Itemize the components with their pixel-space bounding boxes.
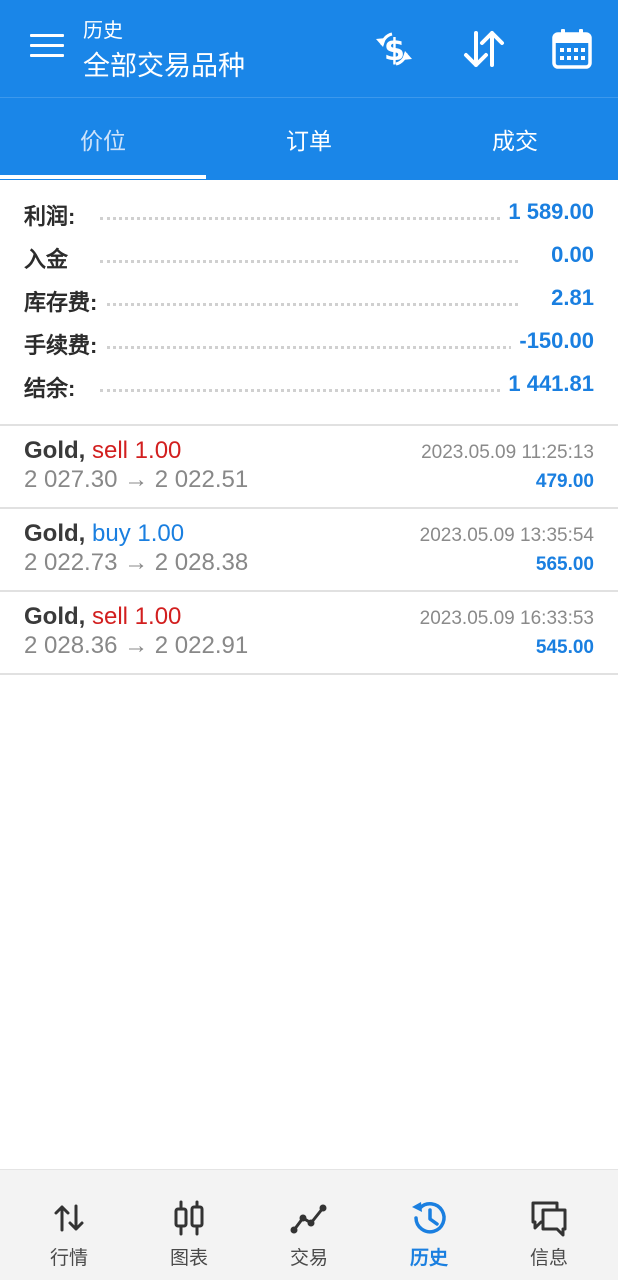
currency-exchange-icon[interactable]: $ — [370, 25, 418, 73]
nav-history[interactable]: 历史 — [369, 1170, 489, 1280]
deal-side: sell 1.00 — [92, 437, 182, 464]
quotes-icon — [49, 1198, 89, 1238]
page-title[interactable]: 全部交易品种 — [83, 49, 245, 83]
deal-side: sell 1.00 — [92, 603, 182, 630]
leader-dots — [100, 303, 518, 306]
summary-row-swap: 库存费: 2.81 — [0, 279, 618, 322]
deal-row[interactable]: Gold, sell 1.00 2 027.30 → 2 022.51 2023… — [0, 426, 618, 509]
deal-time: 2023.05.09 13:35:54 — [419, 525, 594, 546]
sort-icon[interactable] — [460, 25, 508, 73]
summary-value: 1 589.00 — [500, 199, 594, 225]
deal-prices: 2 028.36 → 2 022.91 — [24, 632, 249, 659]
summary-value: 1 441.81 — [500, 371, 594, 397]
nav-quotes[interactable]: 行情 — [9, 1170, 129, 1280]
summary-row-deposit: 入金 0.00 — [0, 236, 618, 279]
deal-row[interactable]: Gold, sell 1.00 2 028.36 → 2 022.91 2023… — [0, 592, 618, 675]
deal-time: 2023.05.09 11:25:13 — [421, 442, 594, 463]
deal-list: Gold, sell 1.00 2 027.30 → 2 022.51 2023… — [0, 426, 618, 675]
chart-icon — [169, 1198, 209, 1238]
history-icon — [409, 1198, 449, 1238]
trade-icon — [289, 1198, 329, 1238]
tab-price[interactable]: 价位 — [0, 98, 206, 180]
tab-deals[interactable]: 成交 — [412, 98, 618, 180]
summary-label: 结余: — [24, 371, 84, 403]
summary-label: 入金 — [24, 242, 77, 274]
deal-profit: 479.00 — [535, 471, 594, 492]
messages-icon — [529, 1198, 569, 1238]
deal-symbol-name: Gold, — [24, 520, 86, 547]
leader-dots — [100, 260, 518, 263]
deal-row[interactable]: Gold, buy 1.00 2 022.73 → 2 028.38 2023.… — [0, 509, 618, 592]
deal-prices: 2 027.30 → 2 022.51 — [24, 466, 249, 493]
leader-dots — [100, 217, 518, 220]
nav-trade[interactable]: 交易 — [249, 1170, 369, 1280]
summary-value: 0.00 — [543, 242, 594, 268]
app-bar: 历史 全部交易品种 $ — [0, 0, 618, 97]
deal-symbol: Gold, buy 1.00 — [24, 520, 184, 548]
leader-dots — [100, 346, 518, 349]
summary-label: 库存费: — [24, 285, 106, 317]
tab-bar: 价位 订单 成交 — [0, 97, 618, 180]
leader-dots — [100, 389, 518, 392]
summary-row-balance: 结余: 1 441.81 — [0, 365, 618, 408]
deal-symbol-name: Gold, — [24, 603, 86, 630]
summary-label: 手续费: — [24, 328, 106, 360]
tab-indicator — [0, 175, 206, 179]
page-subtitle: 历史 — [83, 20, 123, 42]
summary-label: 利润: — [24, 199, 84, 231]
summary-row-profit: 利润: 1 589.00 — [0, 193, 618, 236]
nav-label: 行情 — [49, 1248, 88, 1269]
tab-orders[interactable]: 订单 — [206, 98, 412, 180]
deal-symbol: Gold, sell 1.00 — [24, 603, 181, 631]
deal-symbol-name: Gold, — [24, 437, 86, 464]
deal-prices: 2 022.73 → 2 028.38 — [24, 549, 249, 576]
deal-time: 2023.05.09 16:33:53 — [419, 608, 594, 629]
nav-label: 历史 — [409, 1248, 448, 1269]
nav-chart[interactable]: 图表 — [129, 1170, 249, 1280]
menu-icon[interactable] — [30, 34, 64, 64]
nav-label: 图表 — [169, 1248, 208, 1269]
nav-label: 信息 — [529, 1248, 568, 1269]
nav-label: 交易 — [289, 1248, 328, 1269]
summary-row-commission: 手续费: -150.00 — [0, 322, 618, 365]
deal-symbol: Gold, sell 1.00 — [24, 437, 181, 465]
summary-value: 2.81 — [543, 285, 594, 311]
summary-value: -150.00 — [511, 328, 594, 354]
deal-side: buy 1.00 — [92, 520, 185, 547]
deal-profit: 565.00 — [535, 554, 594, 575]
calendar-icon[interactable] — [548, 25, 596, 73]
bottom-nav: 行情 图表 交易 历史 信息 — [0, 1169, 618, 1280]
nav-messages[interactable]: 信息 — [489, 1170, 609, 1280]
deal-profit: 545.00 — [535, 637, 594, 658]
summary-panel: 利润: 1 589.00 入金 0.00 库存费: 2.81 手续费: -150… — [0, 193, 618, 408]
